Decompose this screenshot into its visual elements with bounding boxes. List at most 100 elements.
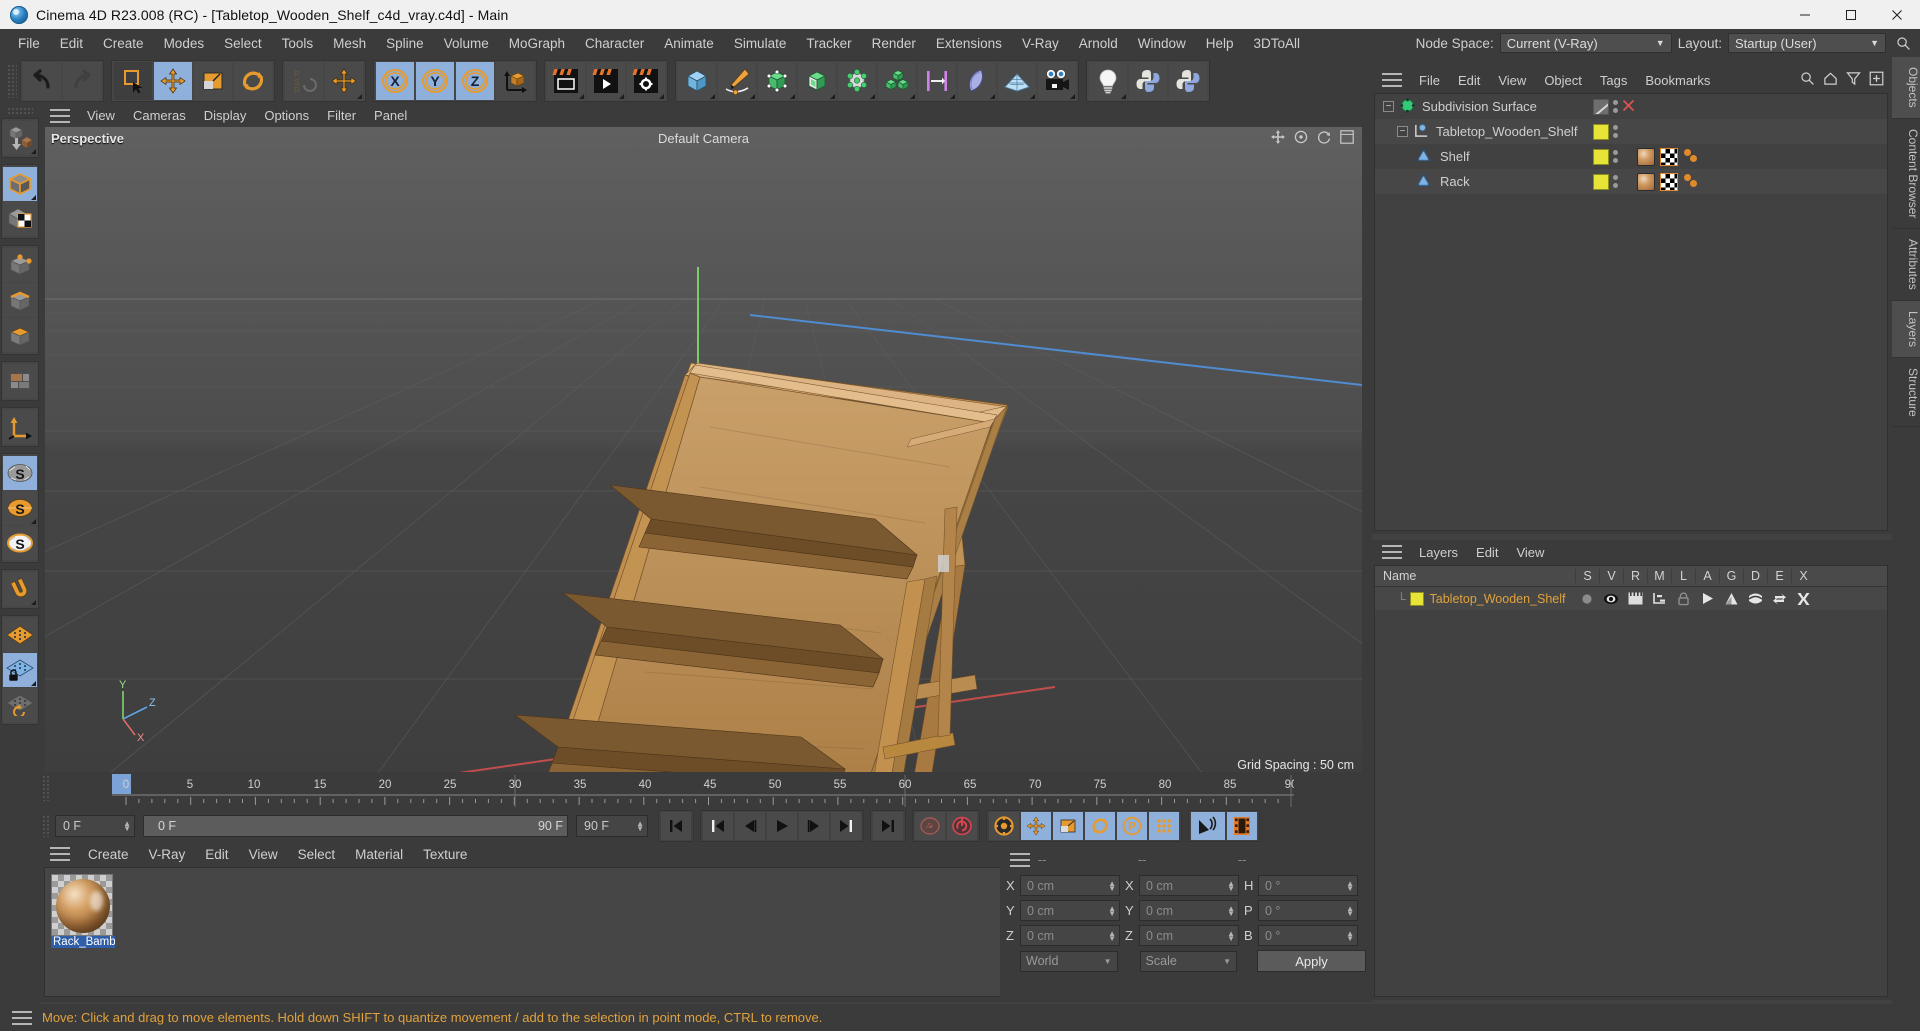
lock-z-axis-button[interactable]: Z [456, 61, 494, 100]
material-tag-icon[interactable] [1637, 147, 1655, 166]
selection-tag-icon[interactable] [1683, 148, 1701, 166]
world-coordinate-button[interactable] [496, 61, 534, 100]
lock-workplane-button[interactable] [3, 653, 37, 687]
viewport-rotate-icon[interactable] [1317, 130, 1331, 147]
enable-axis-button[interactable] [3, 410, 37, 444]
add-mograph-button[interactable] [838, 61, 876, 100]
column-d[interactable]: D [1743, 569, 1767, 583]
spinner-icon[interactable]: ▲ ▼ [1103, 879, 1116, 892]
edges-mode-button[interactable] [3, 283, 37, 317]
column-s[interactable]: S [1575, 569, 1599, 583]
visibility-dots-icon[interactable] [1613, 125, 1618, 138]
menu-mograph[interactable]: MoGraph [499, 32, 575, 55]
visibility-dots-icon[interactable] [1613, 175, 1618, 188]
python-generator-button[interactable] [1169, 61, 1207, 100]
viewport-scale-icon[interactable] [1294, 130, 1308, 147]
generators-icon[interactable] [1719, 592, 1743, 606]
position-y-input[interactable]: 0 cm ▲ ▼ [1020, 900, 1120, 921]
viewport-3d-canvas[interactable]: Perspective Default Camera Y Z X Grid Sp… [45, 127, 1362, 777]
menu-volume[interactable]: Volume [434, 32, 499, 55]
object-manager-hamburger-icon[interactable] [1382, 73, 1402, 87]
rotation-key-button[interactable] [1085, 812, 1115, 840]
layers-menu-edit[interactable]: Edit [1467, 542, 1507, 563]
lock-x-axis-button[interactable]: X [376, 61, 414, 100]
add-extrude-button[interactable] [798, 61, 836, 100]
maximize-button[interactable] [1828, 0, 1874, 29]
menu-character[interactable]: Character [575, 32, 654, 55]
autokeying-button[interactable] [947, 812, 977, 840]
tab-content-browser[interactable]: Content Browser [1892, 119, 1920, 230]
workplane-button[interactable] [3, 618, 37, 652]
object-row-shelf[interactable]: Shelf [1375, 144, 1887, 169]
rotation-b-input[interactable]: 0 ° ▲ ▼ [1258, 925, 1358, 946]
object-menu-file[interactable]: File [1410, 70, 1449, 91]
viewport-move-icon[interactable] [1271, 130, 1285, 147]
record-active-objects-button[interactable] [915, 812, 945, 840]
column-g[interactable]: G [1719, 569, 1743, 583]
position-z-input[interactable]: 0 cm ▲ ▼ [1020, 925, 1120, 946]
go-to-start-button[interactable] [661, 812, 691, 840]
expander-icon[interactable]: − [1383, 101, 1394, 112]
object-menu-object[interactable]: Object [1535, 70, 1591, 91]
spinner-icon[interactable]: ▲ ▼ [1222, 879, 1235, 892]
visibility-dots-icon[interactable] [1613, 100, 1618, 113]
menu-render[interactable]: Render [862, 32, 926, 55]
tab-attributes[interactable]: Attributes [1892, 229, 1920, 301]
layout-dropdown[interactable]: Startup (User) ▼ [1728, 33, 1886, 53]
menu-spline[interactable]: Spline [376, 32, 434, 55]
filmstrip-button[interactable] [1227, 812, 1257, 840]
spinner-icon[interactable]: ▲ ▼ [631, 820, 644, 833]
texture-mode-button[interactable] [3, 202, 37, 236]
minimize-button[interactable] [1782, 0, 1828, 29]
menu-window[interactable]: Window [1128, 32, 1196, 55]
spinner-icon[interactable]: ▲ ▼ [1222, 929, 1235, 942]
add-cube-button[interactable] [678, 61, 716, 100]
home-icon[interactable] [1823, 71, 1838, 89]
add-camera-button[interactable] [1038, 61, 1076, 100]
material-menu-edit[interactable]: Edit [195, 843, 238, 866]
sound-button[interactable] [1191, 812, 1225, 840]
position-key-button[interactable] [1021, 812, 1051, 840]
go-to-next-key-button[interactable] [831, 812, 861, 840]
size-y-input[interactable]: 0 cm ▲ ▼ [1139, 900, 1239, 921]
go-to-previous-frame-button[interactable] [735, 812, 765, 840]
spinner-icon[interactable]: ▲ ▼ [1103, 929, 1116, 942]
material-preview-thumbnail[interactable] [51, 874, 113, 936]
preview-range-bar[interactable]: 0 F 90 F [143, 815, 568, 837]
go-to-next-frame-button[interactable] [799, 812, 829, 840]
add-light-button[interactable] [1089, 61, 1127, 100]
node-space-dropdown[interactable]: Current (V-Ray) ▼ [1499, 33, 1672, 53]
timeline-grip[interactable] [42, 775, 51, 801]
material-manager-hamburger-icon[interactable] [50, 847, 70, 861]
psr-reset-button[interactable]: P S R [285, 61, 323, 100]
xpresso-icon[interactable] [1791, 592, 1815, 606]
planar-workplane-button[interactable] [3, 688, 37, 722]
render-settings-button[interactable] [627, 61, 665, 100]
menu-tracker[interactable]: Tracker [796, 32, 861, 55]
menu-simulate[interactable]: Simulate [724, 32, 797, 55]
object-menu-view[interactable]: View [1489, 70, 1535, 91]
material-menu-create[interactable]: Create [78, 843, 139, 866]
move-tool-button[interactable] [154, 61, 192, 100]
object-row-tabletop-wooden-shelf[interactable]: − Tabletop_Wooden_Shelf [1375, 119, 1887, 144]
add-deformer-button[interactable] [918, 61, 956, 100]
viewport-menu-filter[interactable]: Filter [318, 105, 365, 126]
layers-menu-view[interactable]: View [1507, 542, 1553, 563]
layer-color-chip[interactable] [1593, 123, 1609, 140]
delete-x-icon[interactable] [1622, 99, 1635, 115]
live-selection-button[interactable] [114, 61, 152, 100]
search-icon[interactable] [1892, 33, 1914, 53]
layer-row[interactable]: └ Tabletop_Wooden_Shelf [1375, 587, 1887, 610]
make-editable-button[interactable] [3, 121, 37, 155]
deformers-icon[interactable] [1743, 592, 1767, 606]
menu-arnold[interactable]: Arnold [1069, 32, 1128, 55]
column-v[interactable]: V [1599, 569, 1623, 583]
points-mode-button[interactable] [3, 248, 37, 282]
left-toolbar-grip[interactable] [7, 107, 33, 115]
spinner-icon[interactable]: ▲ ▼ [1341, 879, 1354, 892]
visible-eye-icon[interactable] [1599, 593, 1623, 605]
material-item[interactable]: Rack_Bamb [51, 874, 115, 948]
column-m[interactable]: M [1647, 569, 1671, 583]
redo-button[interactable] [63, 61, 101, 100]
viewport-menu-panel[interactable]: Panel [365, 105, 416, 126]
